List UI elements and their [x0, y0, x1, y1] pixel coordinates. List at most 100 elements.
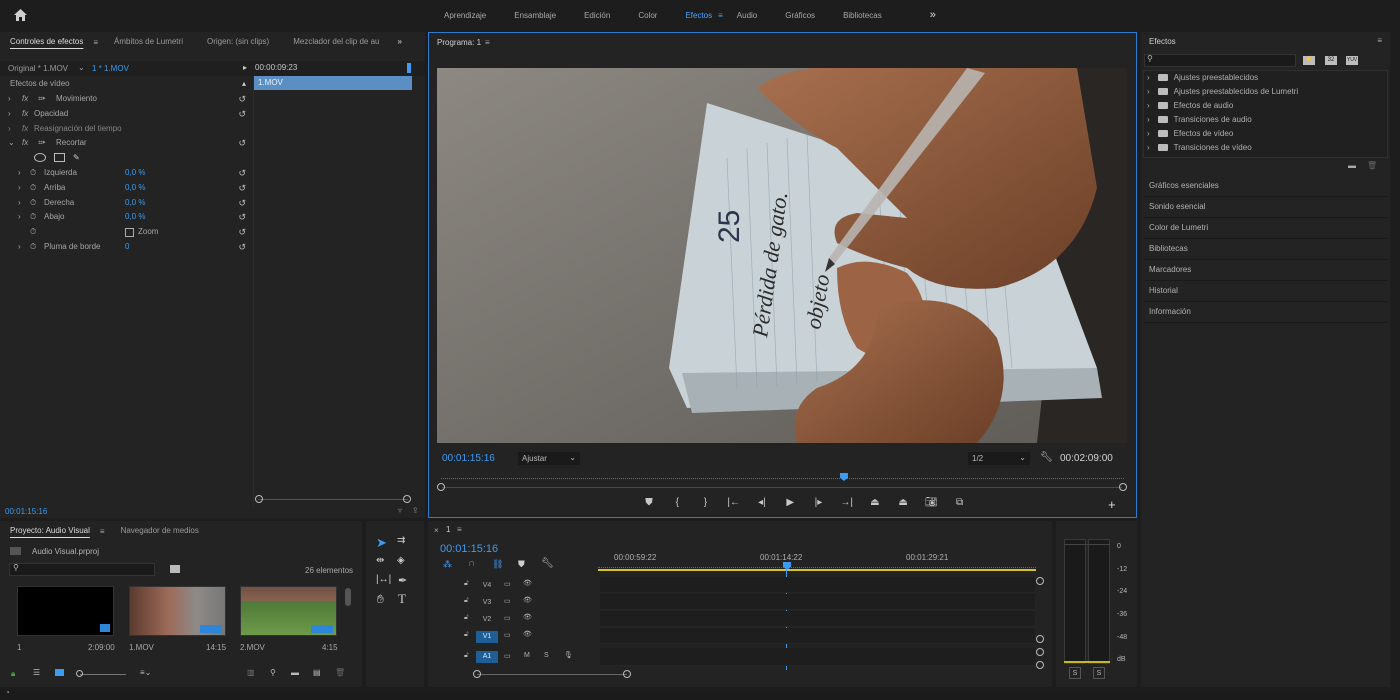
scroll-handle-left[interactable]	[437, 483, 445, 491]
home-icon[interactable]	[14, 9, 27, 21]
eye-icon[interactable]: 👁︎	[523, 613, 532, 621]
ec-clip-bar[interactable]: 1.MOV	[254, 76, 412, 90]
step-forward-icon[interactable]: |▸	[805, 497, 831, 508]
collapse-arrow-icon[interactable]: ⌄	[8, 136, 15, 150]
expand-icon[interactable]: ›	[18, 210, 21, 224]
track-label[interactable]: V1	[476, 631, 498, 643]
lock-icon[interactable]: 🔓︎	[464, 631, 469, 639]
mark-in-icon[interactable]: {	[664, 497, 690, 508]
effects-search-input[interactable]: ⚲	[1144, 54, 1296, 67]
new-item-icon[interactable]: ▤	[313, 668, 321, 677]
automate-icon[interactable]: ▥	[247, 668, 255, 677]
workspace-bibliotecas[interactable]: Bibliotecas	[829, 11, 896, 20]
trash-icon[interactable]: 🗑︎	[1367, 161, 1377, 170]
ec-footer-timecode[interactable]: 00:01:15:16	[5, 507, 47, 516]
effect-movimiento[interactable]: › fx ⌗▸ Movimiento ↺	[0, 92, 252, 106]
project-scrollbar[interactable]	[345, 588, 351, 606]
wrench-icon[interactable]: 🔧︎	[1040, 452, 1053, 463]
expand-icon[interactable]: ›	[8, 107, 11, 121]
fx-folder-video-transitions[interactable]: › Transiciones de vídeo	[1147, 141, 1387, 155]
yuv-effects-icon[interactable]: YUV	[1346, 56, 1358, 65]
icon-view-icon[interactable]	[55, 669, 64, 676]
project-search-input[interactable]: ⚲	[9, 563, 155, 576]
effect-recortar[interactable]: ⌄ fx ⌗▸ Recortar ↺	[0, 136, 252, 150]
list-view-icon[interactable]: ☰	[33, 668, 40, 677]
track-lane-v4[interactable]	[600, 577, 1035, 593]
panel-menu-icon[interactable]: ≡	[457, 525, 462, 534]
workspace-more-icon[interactable]: »	[916, 9, 950, 21]
expand-icon[interactable]: ›	[8, 92, 11, 106]
workspace-edicion[interactable]: Edición	[570, 11, 624, 20]
track-label[interactable]: V2	[476, 614, 498, 626]
timeline-settings-icon[interactable]: 🔧︎	[541, 558, 554, 569]
tab-audio-clip-mixer[interactable]: Mezclador del clip de au	[287, 32, 385, 52]
track-select-tool-icon[interactable]: ⇉	[397, 535, 405, 546]
export-icon[interactable]: ⇪	[412, 506, 419, 515]
section-markers[interactable]: Marcadores	[1143, 260, 1388, 281]
fit-select[interactable]: Ajustar ⌄	[518, 452, 580, 465]
section-libraries[interactable]: Bibliotecas	[1143, 239, 1388, 260]
scroll-handle-bottom[interactable]	[1036, 635, 1044, 643]
chevron-down-icon[interactable]: ⌄	[78, 63, 85, 72]
scroll-handle-right[interactable]	[1119, 483, 1127, 491]
filter-icon[interactable]: ▿	[398, 506, 402, 515]
scroll-handle-left[interactable]	[473, 670, 481, 678]
ellipse-mask-icon[interactable]	[34, 153, 46, 162]
lock-icon[interactable]: 🔓︎	[464, 614, 469, 622]
add-marker-icon[interactable]: ⛊	[636, 497, 662, 508]
rectangle-mask-icon[interactable]	[54, 153, 65, 162]
expand-icon[interactable]: ›	[18, 196, 21, 210]
stopwatch-icon[interactable]: ⏱	[30, 225, 36, 239]
track-lane-a1[interactable]	[600, 648, 1035, 666]
param-value[interactable]: 0,0 %	[125, 210, 145, 224]
fx-folder-video-effects[interactable]: › Efectos de vídeo	[1147, 127, 1387, 141]
fx-folder-audio-effects[interactable]: › Efectos de audio	[1147, 99, 1387, 113]
work-area-bar[interactable]	[598, 569, 1036, 571]
track-label[interactable]: A1	[476, 651, 498, 663]
lock-icon[interactable]: 🔓︎	[464, 652, 469, 660]
new-search-bin-icon[interactable]	[170, 565, 180, 573]
project-item-thumbnail[interactable]	[240, 586, 337, 636]
eye-icon[interactable]: 👁︎	[523, 630, 532, 638]
reset-icon[interactable]: ↺	[238, 240, 246, 254]
expand-icon[interactable]: ›	[1147, 101, 1150, 110]
scroll-handle-left[interactable]	[255, 495, 263, 503]
reset-icon[interactable]: ↺	[238, 181, 246, 195]
tab-source[interactable]: Origen: (sin clips)	[201, 32, 275, 52]
type-tool-icon[interactable]: T	[398, 591, 406, 607]
section-history[interactable]: Historial	[1143, 281, 1388, 302]
fx-folder-presets[interactable]: › Ajustes preestablecidos	[1147, 71, 1387, 85]
track-lane-v2[interactable]	[600, 611, 1035, 627]
source-clip-label[interactable]: 1 * 1.MOV	[92, 64, 129, 73]
tab-project[interactable]: Proyecto: Audio Visual	[0, 521, 96, 541]
pen-mask-icon[interactable]: ✎	[73, 151, 80, 165]
scroll-handle-right[interactable]	[623, 670, 631, 678]
compare-view-icon[interactable]: ⧉	[947, 497, 973, 508]
expand-icon[interactable]: ›	[18, 181, 21, 195]
reset-icon[interactable]: ↺	[238, 136, 246, 150]
play-only-icon[interactable]: ▸	[243, 63, 247, 72]
expand-icon[interactable]: ›	[1147, 143, 1150, 152]
program-timecode[interactable]: 00:01:15:16	[442, 453, 495, 464]
param-value[interactable]: 0,0 %	[125, 196, 145, 210]
resolution-select[interactable]: 1/2 ⌄	[968, 452, 1030, 465]
tab-media-browser[interactable]: Navegador de medios	[115, 521, 205, 541]
32bit-effects-icon[interactable]: 32	[1325, 56, 1337, 65]
timeline-ruler[interactable]	[598, 564, 1036, 568]
section-info[interactable]: Información	[1143, 302, 1388, 323]
razor-tool-icon[interactable]: ◈	[397, 555, 405, 566]
play-icon[interactable]: ▶	[777, 497, 803, 508]
sync-lock-icon[interactable]: ▭	[504, 614, 511, 622]
reset-icon[interactable]: ↺	[238, 166, 246, 180]
accelerated-effects-icon[interactable]: ⚡	[1303, 56, 1315, 65]
section-essential-graphics[interactable]: Gráficos esenciales	[1143, 176, 1388, 197]
snap-icon[interactable]: ∩	[468, 558, 475, 569]
go-to-out-icon[interactable]: →|	[834, 497, 860, 508]
sync-lock-icon[interactable]: ▭	[504, 580, 511, 588]
add-marker-icon[interactable]: ⛊	[518, 559, 525, 570]
lock-icon[interactable]: 🔓︎	[464, 597, 469, 605]
ripple-edit-tool-icon[interactable]: ⇹	[376, 555, 384, 566]
effect-opacidad[interactable]: › fx Opacidad ↺	[0, 107, 252, 121]
reset-icon[interactable]: ↺	[238, 210, 246, 224]
param-value[interactable]: 0,0 %	[125, 166, 145, 180]
